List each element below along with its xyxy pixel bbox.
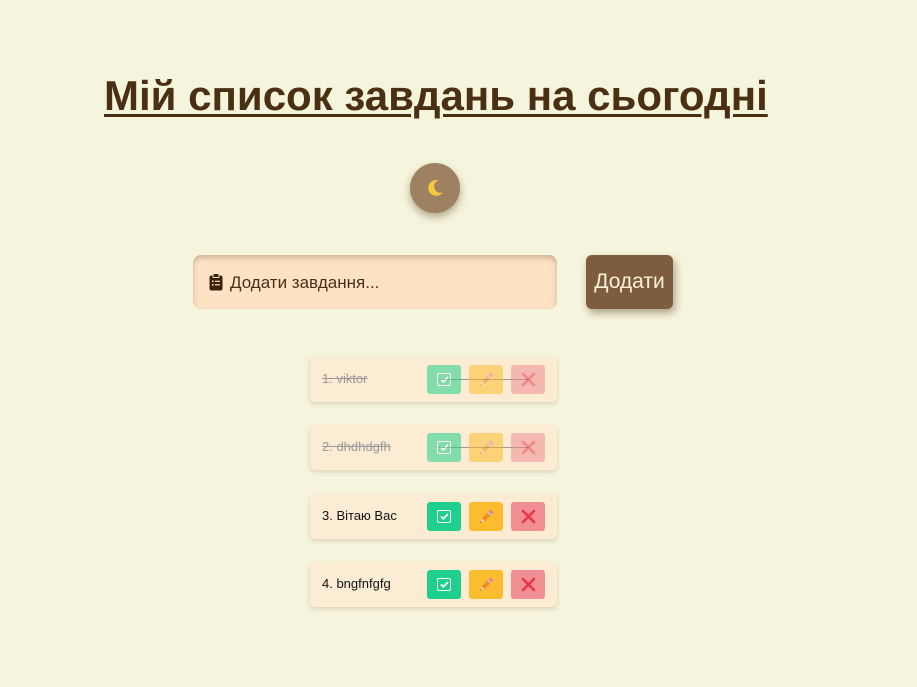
edit-task-button[interactable] xyxy=(469,365,503,394)
complete-task-button[interactable] xyxy=(427,365,461,394)
complete-task-button[interactable] xyxy=(427,570,461,599)
check-icon xyxy=(437,373,451,386)
delete-task-button[interactable] xyxy=(511,433,545,462)
complete-task-button[interactable] xyxy=(427,502,461,531)
task-input-container xyxy=(193,255,557,309)
pencil-icon xyxy=(477,576,495,594)
pencil-icon xyxy=(477,371,495,389)
close-icon xyxy=(521,440,536,455)
clipboard-icon xyxy=(209,273,223,291)
task-label: 1. viktor xyxy=(322,371,368,386)
page-title: Мій список завдань на сьогодні xyxy=(104,72,768,119)
moon-icon xyxy=(425,178,445,198)
check-icon xyxy=(437,510,451,523)
delete-task-button[interactable] xyxy=(511,570,545,599)
complete-task-button[interactable] xyxy=(427,433,461,462)
edit-task-button[interactable] xyxy=(469,570,503,599)
check-icon xyxy=(437,441,451,454)
pencil-icon xyxy=(477,508,495,526)
add-task-button[interactable]: Додати xyxy=(586,255,673,309)
task-item: 2. dhdhdgfh xyxy=(310,425,557,470)
delete-task-button[interactable] xyxy=(511,365,545,394)
close-icon xyxy=(521,509,536,524)
close-icon xyxy=(521,577,536,592)
task-label: 4. bngfnfgfg xyxy=(322,576,391,591)
task-item: 1. viktor xyxy=(310,357,557,402)
pencil-icon xyxy=(477,439,495,457)
task-input[interactable] xyxy=(230,273,530,293)
task-label: 2. dhdhdgfh xyxy=(322,439,391,454)
delete-task-button[interactable] xyxy=(511,502,545,531)
edit-task-button[interactable] xyxy=(469,502,503,531)
check-icon xyxy=(437,578,451,591)
theme-toggle-button[interactable] xyxy=(410,163,460,213)
close-icon xyxy=(521,372,536,387)
task-item: 3. Вітаю Вас xyxy=(310,494,557,539)
task-item: 4. bngfnfgfg xyxy=(310,562,557,607)
task-label: 3. Вітаю Вас xyxy=(322,508,397,523)
edit-task-button[interactable] xyxy=(469,433,503,462)
